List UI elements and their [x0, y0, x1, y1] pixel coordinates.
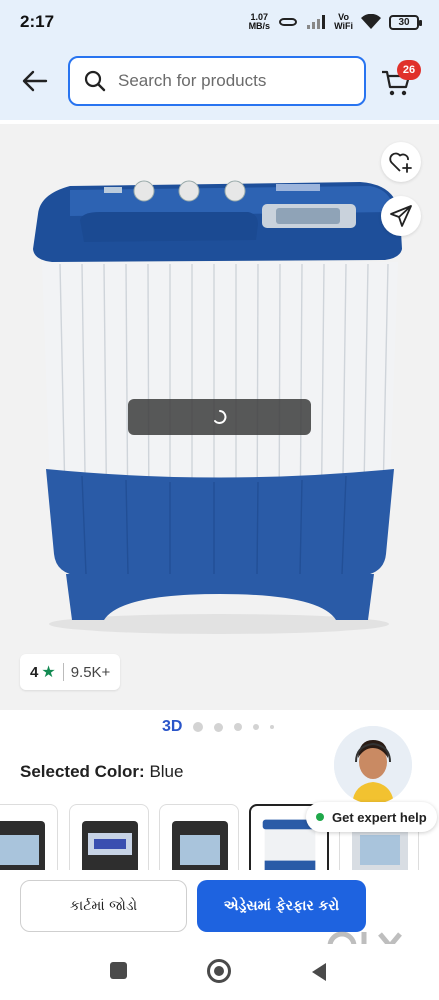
loading-spinner-icon: [213, 410, 226, 424]
rating-divider: [62, 663, 64, 681]
battery-level: 30: [398, 16, 410, 28]
search-icon: [84, 70, 106, 92]
home-button[interactable]: [207, 959, 231, 983]
hotspot-icon: [278, 15, 298, 29]
get-expert-help-button[interactable]: Get expert help: [306, 802, 437, 832]
volte-indicator: Vo WiFi: [334, 13, 353, 31]
color-variant-thumbnail[interactable]: [0, 804, 58, 874]
back-triangle-icon[interactable]: [310, 962, 328, 982]
expert-avatar[interactable]: [334, 726, 412, 804]
loading-overlay: [128, 399, 311, 435]
system-navigation-bar: [0, 944, 439, 1000]
share-button[interactable]: [381, 196, 421, 236]
back-button[interactable]: [18, 64, 52, 98]
volte-bottom: WiFi: [334, 21, 353, 31]
battery-icon: 30: [389, 14, 422, 30]
share-icon: [390, 205, 412, 227]
product-image: [33, 180, 402, 634]
gallery-pagination: 3D: [162, 718, 275, 736]
header: 26: [0, 44, 439, 120]
status-icons: 1.07 MB/s Vo WiFi 30: [249, 13, 422, 31]
variant-image: [82, 821, 138, 874]
network-speed-unit: MB/s: [248, 21, 271, 31]
expert-agent-image: [334, 726, 412, 804]
variant-image: [0, 821, 45, 874]
rating-count: 9.5K+: [70, 663, 111, 681]
gallery-dot[interactable]: [270, 725, 275, 729]
expert-help-label: Get expert help: [332, 809, 427, 825]
rating-value: 4: [30, 663, 39, 681]
cart-count-badge: 26: [397, 60, 421, 80]
selected-color-label: Selected Color:: [20, 762, 145, 781]
star-icon: ★: [41, 664, 56, 681]
color-variant-thumbnail[interactable]: [69, 804, 149, 874]
change-address-button[interactable]: એડ્રેસમાં ફેરફાર કરો: [197, 880, 366, 932]
search-box[interactable]: [68, 56, 366, 106]
status-time: 2:17: [20, 12, 55, 31]
recent-apps-button[interactable]: [110, 962, 127, 979]
color-variant-thumbnail[interactable]: [159, 804, 239, 874]
network-speed: 1.07 MB/s: [249, 13, 271, 31]
wifi-icon: [361, 14, 381, 30]
gallery-3d-label[interactable]: 3D: [162, 718, 182, 736]
add-to-cart-button[interactable]: કાર્ટમાં જોડો: [20, 880, 187, 932]
wishlist-button[interactable]: [381, 142, 421, 182]
arrow-left-icon: [22, 70, 48, 92]
online-status-dot: [316, 813, 324, 821]
gallery-dot[interactable]: [193, 722, 204, 732]
selected-color-value: Blue: [149, 762, 184, 781]
gallery-dot[interactable]: [234, 723, 243, 731]
gallery-dot[interactable]: [214, 722, 224, 732]
gallery-dot[interactable]: [253, 724, 260, 730]
selected-color: Selected Color: Blue: [20, 762, 183, 782]
product-image-gallery[interactable]: 4 ★ 9.5K+: [0, 124, 439, 710]
variant-image: [172, 821, 228, 874]
signal-icon: [306, 15, 326, 29]
status-bar: 2:17 1.07 MB/s Vo WiFi 30: [0, 0, 439, 44]
heart-plus-icon: [389, 152, 412, 173]
rating-chip[interactable]: 4 ★ 9.5K+: [20, 654, 121, 690]
search-input[interactable]: [118, 71, 338, 91]
